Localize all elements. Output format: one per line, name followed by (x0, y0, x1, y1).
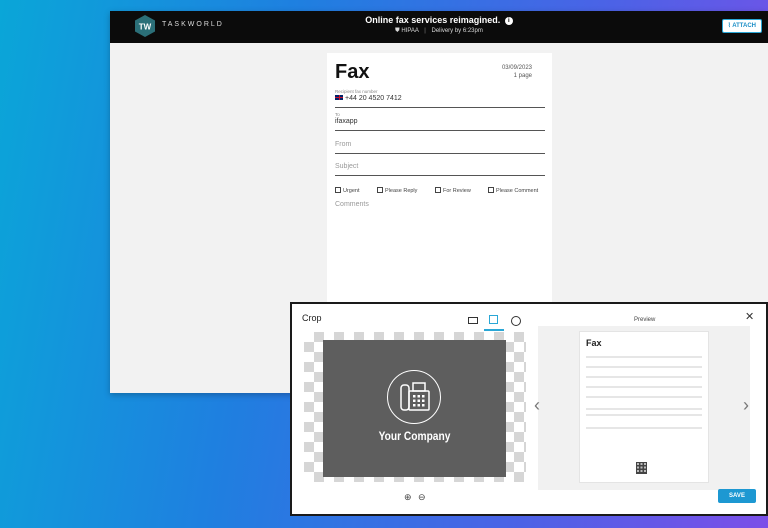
preview-page: Fax (580, 332, 708, 482)
crop-dialog-title: Crop (302, 313, 322, 323)
preview-line (586, 427, 702, 429)
circle-shape-icon[interactable] (511, 316, 521, 326)
logo-image[interactable]: Your Company (323, 340, 506, 477)
tagline-text: Online fax services reimagined. (365, 15, 501, 25)
comments-field[interactable]: Comments (335, 201, 369, 208)
checkbox-label: For Review (443, 188, 471, 194)
preview-line (586, 376, 702, 378)
company-name-text: Your Company (378, 429, 451, 443)
attach-label: ATTACH (732, 23, 756, 29)
preview-line (586, 386, 702, 388)
square-shape-tab[interactable] (484, 312, 504, 331)
checkbox-label: Please Comment (496, 188, 539, 194)
zoom-out-icon[interactable]: ⊖ (418, 492, 426, 503)
please-reply-checkbox[interactable]: Please Reply (377, 187, 417, 194)
to-field[interactable]: To ifaxapp (335, 112, 545, 131)
header-tagline: Online fax services reimagined. i (110, 15, 768, 25)
preview-line (586, 414, 702, 416)
delivery-time: Delivery by 6:23pm (431, 28, 483, 34)
checkbox-label: Urgent (343, 188, 360, 194)
preview-fax-title: Fax (586, 338, 602, 348)
preview-line (586, 356, 702, 358)
save-button[interactable]: SAVE (718, 489, 756, 503)
hipaa-label: HIPAA (401, 28, 419, 34)
uk-flag-icon[interactable] (334, 94, 344, 101)
fax-title: Fax (335, 61, 370, 83)
separator: | (424, 28, 426, 34)
fax-machine-graphic (400, 382, 430, 411)
preview-label: Preview (634, 317, 656, 323)
subject-placeholder: Subject (335, 163, 359, 170)
fax-page-count: 1 page (513, 73, 532, 79)
close-icon[interactable]: ✕ (745, 312, 754, 323)
rectangle-shape-icon[interactable] (468, 317, 478, 324)
for-review-checkbox[interactable]: For Review (435, 187, 471, 194)
from-placeholder: From (335, 141, 352, 148)
header-subline: ⛊ HIPAA | Delivery by 6:23pm (110, 28, 768, 35)
crop-dialog: Crop Your Company ⊕ ⊖ ‹ › Preview ✕ Fax … (290, 302, 768, 516)
top-bar: TW TASKWORLD Online fax services reimagi… (110, 11, 768, 43)
recipient-number: +44 20 4520 7412 (345, 95, 402, 102)
checkbox-label: Please Reply (385, 188, 418, 194)
subject-field[interactable]: Subject (335, 163, 545, 176)
urgent-checkbox[interactable]: Urgent (335, 187, 360, 194)
preview-line (586, 408, 702, 410)
from-field[interactable]: From (335, 141, 545, 154)
shield-icon: ⛊ (395, 28, 400, 34)
fax-date: 03/09/2023 (501, 65, 532, 71)
please-comment-checkbox[interactable]: Please Comment (488, 187, 538, 194)
fax-preview-icon (636, 462, 647, 474)
square-shape-icon (489, 315, 498, 324)
attach-button[interactable]: ⌇ ATTACH (721, 19, 762, 33)
zoom-in-icon[interactable]: ⊕ (404, 492, 412, 503)
info-icon[interactable]: i (504, 17, 513, 25)
paperclip-icon: ⌇ (727, 23, 731, 29)
to-value: ifaxapp (335, 118, 358, 125)
preview-line (586, 366, 702, 368)
recipient-label: Recipient fax number (335, 89, 378, 94)
fax-machine-icon (387, 370, 441, 424)
recipient-value-row: +44 20 4520 7412 (334, 94, 545, 102)
recipient-fax-field[interactable]: Recipient fax number +44 20 4520 7412 (334, 89, 545, 108)
preview-line (586, 396, 702, 398)
to-label: To (335, 112, 340, 117)
chevron-left-icon[interactable]: ‹ (534, 396, 540, 414)
crop-canvas[interactable]: Your Company (304, 332, 526, 482)
chevron-right-icon[interactable]: › (743, 396, 749, 414)
